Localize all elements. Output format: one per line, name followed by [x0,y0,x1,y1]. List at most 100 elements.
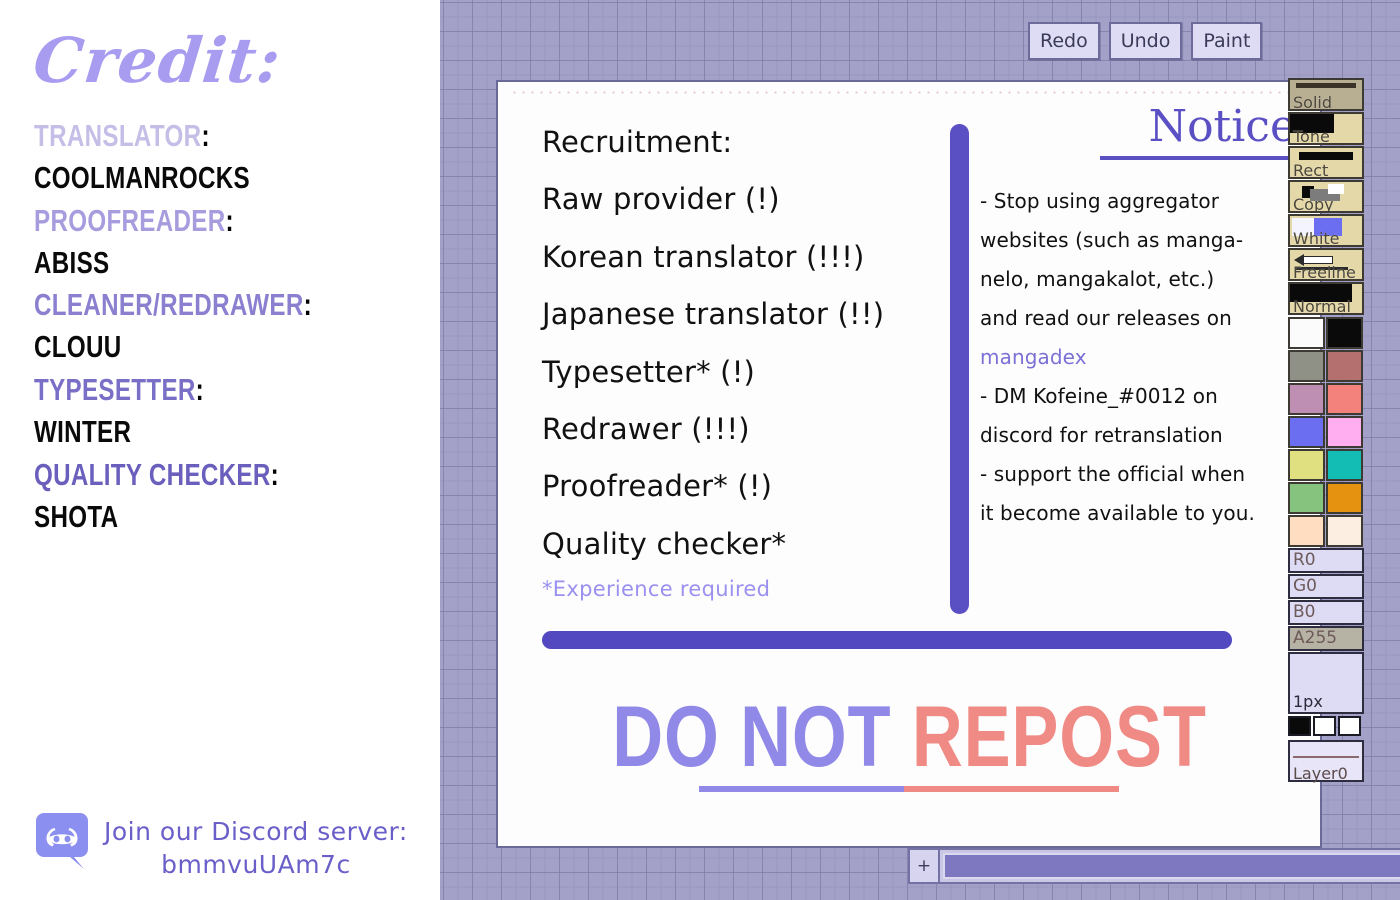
notice-section: Notice - Stop using aggregator websites … [980,101,1300,533]
tool-label: Copy [1293,195,1334,213]
recruitment-heading: Recruitment: [542,125,733,159]
color-swatch[interactable] [1326,350,1363,382]
do-not-repost-watermark: DO NOT REPOST [498,694,1320,792]
role-label: TRANSLATOR: [34,116,351,157]
color-swatch[interactable] [1288,350,1325,382]
color-swatch[interactable] [1288,515,1325,547]
recruitment-item: Korean translator (!!!) [542,239,865,274]
tool-tone[interactable]: Tone [1288,112,1364,145]
horizontal-divider-bar [542,631,1232,649]
paint-application: Redo Undo Paint Recruitment: Raw provide… [440,0,1400,900]
mini-swatch[interactable] [1313,716,1336,736]
color-swatch[interactable] [1288,482,1325,514]
watermark-text: DO NOT REPOST [612,694,1206,780]
paint-button[interactable]: Paint [1191,22,1263,60]
notice-line: and read our releases on [980,306,1232,331]
discord-logo-icon [34,811,90,869]
credit-title: Credit: [30,24,285,97]
discord-invite-code[interactable]: bmmvuUAm7c [104,848,408,882]
recruitment-item: Typesetter* (!) [542,354,756,389]
solid-bar-icon [1296,83,1356,88]
layer-label: Layer0 [1293,764,1348,783]
notice-title-underline [1100,156,1296,161]
recruitment-item: Raw provider (!) [542,182,780,217]
recruitment-item: Redrawer (!!!) [542,412,750,447]
credit-role-proofreader: PROOFREADER: ABISS [34,201,440,285]
role-colon: : [195,372,205,408]
role-name: COOLMANROCKS [34,159,250,195]
role-colon: : [225,202,234,238]
credit-role-cleaner-redrawer: CLEANER/REDRAWER: CLOUU [34,285,440,369]
role-label: QUALITY CHECKER: [34,455,351,496]
color-swatch[interactable] [1288,416,1325,448]
watermark-part-b: REPOST [911,689,1207,785]
role-label-text: TRANSLATOR [34,118,202,153]
role-colon: : [201,118,210,153]
watermark-underline-b [903,786,1119,792]
credit-panel: Credit: TRANSLATOR: COOLMANROCKS PROOFRE… [0,0,440,900]
redo-button[interactable]: Redo [1028,22,1100,60]
tool-normal[interactable]: Normal [1288,282,1364,315]
mini-swatch[interactable] [1338,716,1361,736]
color-swatch[interactable] [1288,317,1325,349]
horizontal-scrollbar-track[interactable] [940,850,1400,882]
role-name: ABISS [34,244,110,280]
color-swatch[interactable] [1326,416,1363,448]
notice-line: - DM Kofeine_#0012 on [980,384,1218,409]
layer-item[interactable]: Layer0 [1288,740,1364,783]
brush-size-label: 1px [1293,692,1323,711]
channel-r[interactable]: R0 [1288,548,1364,573]
notice-line: discord for retranslation [980,423,1223,448]
tool-label: Solid [1293,93,1332,111]
copy-page-icon [1328,184,1344,194]
channel-g[interactable]: G0 [1288,574,1364,599]
tool-rect[interactable]: Rect [1288,146,1364,179]
tool-label: White [1293,229,1340,247]
artwork-card: Recruitment: Raw provider (!) Korean tra… [498,82,1320,846]
channel-a[interactable]: A255 [1288,626,1364,651]
role-label: CLEANER/REDRAWER: [34,285,351,326]
color-swatch[interactable] [1326,449,1363,481]
zoom-in-button[interactable]: + [910,850,940,882]
tool-white[interactable]: White [1288,214,1364,247]
credit-role-typesetter: TYPESETTER: WINTER [34,370,440,454]
notice-title: Notice [1148,101,1296,152]
tool-label: Normal [1293,297,1351,315]
tool-label: Freeline [1293,263,1356,281]
horizontal-scrollbar[interactable]: + - [908,848,1400,884]
color-swatch[interactable] [1288,383,1325,415]
recruitment-item: Quality checker* [542,526,787,561]
role-label-text: PROOFREADER [34,202,226,238]
notice-line: it become available to you. [980,501,1256,526]
color-swatch[interactable] [1326,317,1363,349]
color-swatch[interactable] [1326,515,1363,547]
tool-solid[interactable]: Solid [1288,78,1364,111]
role-label: TYPESETTER: [34,370,351,411]
role-name: SHOTA [34,498,119,534]
discord-invite[interactable]: Join our Discord server: bmmvuUAm7c [34,811,408,883]
recruitment-footnote: *Experience required [542,577,771,602]
credit-role-quality-checker: QUALITY CHECKER: SHOTA [34,455,440,539]
horizontal-scrollbar-thumb[interactable] [943,853,1400,879]
tool-palette: Solid Tone Rect Copy White Freeline Norm… [1288,78,1364,783]
mangadex-link[interactable]: mangadex [980,338,1300,377]
brush-size-box[interactable]: 1px [1288,652,1364,714]
color-swatch[interactable] [1326,482,1363,514]
mini-swatch-row [1288,716,1364,736]
recruitment-section: Recruitment: Raw provider (!) Korean tra… [542,114,942,601]
watermark-part-a: DO NOT [611,689,891,785]
canvas-frame[interactable]: Recruitment: Raw provider (!) Korean tra… [496,80,1322,848]
credit-role-translator: TRANSLATOR: COOLMANROCKS [34,116,440,200]
color-swatch-grid [1288,317,1364,548]
mini-swatch[interactable] [1288,716,1311,736]
color-swatch[interactable] [1326,383,1363,415]
tool-copy[interactable]: Copy [1288,180,1364,213]
channel-b[interactable]: B0 [1288,600,1364,625]
color-swatch[interactable] [1288,449,1325,481]
rect-bar-icon [1299,152,1353,160]
role-colon: : [270,456,280,492]
role-name: WINTER [34,413,132,449]
tool-freeline[interactable]: Freeline [1288,248,1364,281]
undo-button[interactable]: Undo [1108,22,1183,60]
discord-join-text-block: Join our Discord server: bmmvuUAm7c [104,811,408,883]
